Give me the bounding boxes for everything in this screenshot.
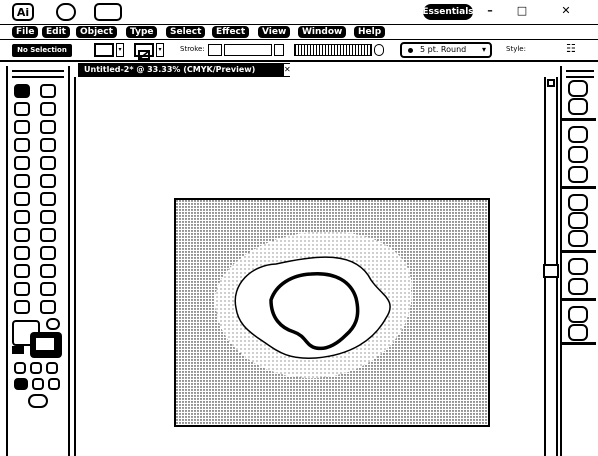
pencil-tool-icon[interactable] xyxy=(40,156,56,170)
zoom-tool-icon[interactable] xyxy=(40,300,56,314)
menu-bar: File Edit Object Type Select Effect View… xyxy=(0,24,598,40)
blend-tool-icon[interactable] xyxy=(40,264,56,278)
scroll-up-icon[interactable] xyxy=(547,79,555,87)
stroke-dropdown-icon[interactable]: ▾ xyxy=(156,43,164,57)
mesh-tool-icon[interactable] xyxy=(14,246,30,260)
artboard[interactable] xyxy=(174,198,490,427)
layers-panel-icon[interactable] xyxy=(568,306,588,323)
draw-mode-icon[interactable] xyxy=(14,378,28,390)
menu-object[interactable]: Object xyxy=(76,26,117,38)
panel-menu-icon[interactable]: ☷ xyxy=(566,42,580,56)
stroke-weight-arrow-icon[interactable] xyxy=(274,44,284,56)
draw-inside-icon[interactable] xyxy=(48,378,60,390)
menu-select[interactable]: Select xyxy=(166,26,206,38)
blob-brush-tool-icon[interactable] xyxy=(14,174,30,188)
menu-effect[interactable]: Effect xyxy=(212,26,250,38)
slice-tool-icon[interactable] xyxy=(40,282,56,296)
swap-fill-stroke-icon[interactable] xyxy=(46,318,60,330)
maximize-button[interactable]: □ xyxy=(516,5,528,17)
default-fill-stroke-icon[interactable] xyxy=(12,346,24,354)
gradient-panel-icon[interactable] xyxy=(568,212,588,229)
artboards-panel-icon[interactable] xyxy=(568,324,588,341)
dock-header xyxy=(566,70,594,78)
screen-mode-icon[interactable] xyxy=(28,394,48,408)
line-tool-icon[interactable] xyxy=(14,138,30,152)
dock-separator xyxy=(561,342,596,345)
variable-width-profile[interactable] xyxy=(294,44,372,56)
color-mode-icon[interactable] xyxy=(14,362,26,374)
stroke-swatch[interactable] xyxy=(134,43,154,60)
stroke-weight-dropdown[interactable] xyxy=(224,44,272,56)
stroke-weight-field[interactable] xyxy=(208,44,222,56)
color-panel-icon[interactable] xyxy=(568,80,588,97)
none-mode-icon[interactable] xyxy=(46,362,58,374)
direct-selection-tool-icon[interactable] xyxy=(40,84,56,98)
brush-dot-icon xyxy=(408,48,413,53)
toolbox-header xyxy=(12,70,64,78)
document-tab[interactable]: Untitled-2* @ 33.33% (CMYK/Preview) xyxy=(78,63,290,77)
rectangle-tool-icon[interactable] xyxy=(40,138,56,152)
brush-definition-label: 5 pt. Round xyxy=(420,45,467,54)
swatches-panel-icon[interactable] xyxy=(568,126,588,143)
brush-definition-dropdown[interactable]: 5 pt. Round ▾ xyxy=(400,42,492,58)
style-label: Style: xyxy=(506,45,526,53)
hand-tool-icon[interactable] xyxy=(14,300,30,314)
fill-swatch[interactable] xyxy=(94,43,114,57)
brushes-panel-icon[interactable] xyxy=(568,146,588,163)
menu-type[interactable]: Type xyxy=(126,26,158,38)
selection-tool-icon[interactable] xyxy=(14,84,30,98)
app-logo: Ai xyxy=(12,3,34,21)
pen-tool-icon[interactable] xyxy=(14,120,30,134)
selection-status: No Selection xyxy=(12,44,72,57)
paintbrush-tool-icon[interactable] xyxy=(14,156,30,170)
lasso-tool-icon[interactable] xyxy=(40,102,56,116)
dock-separator xyxy=(561,118,596,121)
bridge-icon[interactable] xyxy=(56,3,76,21)
magic-wand-tool-icon[interactable] xyxy=(14,102,30,116)
stroke-label: Stroke: xyxy=(180,45,205,53)
artboard-artwork xyxy=(176,200,488,425)
scrollbar-thumb[interactable] xyxy=(543,264,559,278)
live-paint-tool-icon[interactable] xyxy=(14,282,30,296)
fill-dropdown-icon[interactable]: ▾ xyxy=(116,43,124,57)
color-guide-panel-icon[interactable] xyxy=(568,98,588,115)
menu-edit[interactable]: Edit xyxy=(42,26,70,38)
title-bar: Ai Essentials – □ ✕ xyxy=(0,0,598,24)
menu-window[interactable]: Window xyxy=(298,26,347,38)
dock-separator xyxy=(561,298,596,301)
dock-separator xyxy=(561,250,596,253)
transparency-panel-icon[interactable] xyxy=(568,230,588,247)
warp-tool-icon[interactable] xyxy=(14,210,30,224)
arrange-documents-icon[interactable] xyxy=(94,3,122,21)
menu-help[interactable]: Help xyxy=(354,26,386,38)
gradient-tool-icon[interactable] xyxy=(40,246,56,260)
stroke-panel-icon[interactable] xyxy=(568,194,588,211)
draw-behind-icon[interactable] xyxy=(32,378,44,390)
free-transform-tool-icon[interactable] xyxy=(40,210,56,224)
document-tab-close-icon[interactable]: ✕ xyxy=(284,64,292,76)
chevron-down-icon: ▾ xyxy=(481,45,486,54)
appearance-panel-icon[interactable] xyxy=(568,258,588,275)
profile-dropdown-icon[interactable] xyxy=(374,44,384,56)
graph-tool-icon[interactable] xyxy=(40,228,56,242)
stroke-color-box[interactable] xyxy=(30,332,62,358)
gradient-mode-icon[interactable] xyxy=(30,362,42,374)
symbols-panel-icon[interactable] xyxy=(568,166,588,183)
rotate-tool-icon[interactable] xyxy=(14,192,30,206)
scale-tool-icon[interactable] xyxy=(40,192,56,206)
type-tool-icon[interactable] xyxy=(40,120,56,134)
eyedropper-tool-icon[interactable] xyxy=(14,264,30,278)
graphic-styles-panel-icon[interactable] xyxy=(568,278,588,295)
dock-separator xyxy=(561,186,596,189)
menu-file[interactable]: File xyxy=(12,26,39,38)
eraser-tool-icon[interactable] xyxy=(40,174,56,188)
workspace-switcher[interactable]: Essentials xyxy=(422,4,474,20)
minimize-button[interactable]: – xyxy=(484,5,496,17)
symbol-sprayer-tool-icon[interactable] xyxy=(14,228,30,242)
menu-view[interactable]: View xyxy=(258,26,291,38)
close-window-button[interactable]: ✕ xyxy=(560,5,572,17)
